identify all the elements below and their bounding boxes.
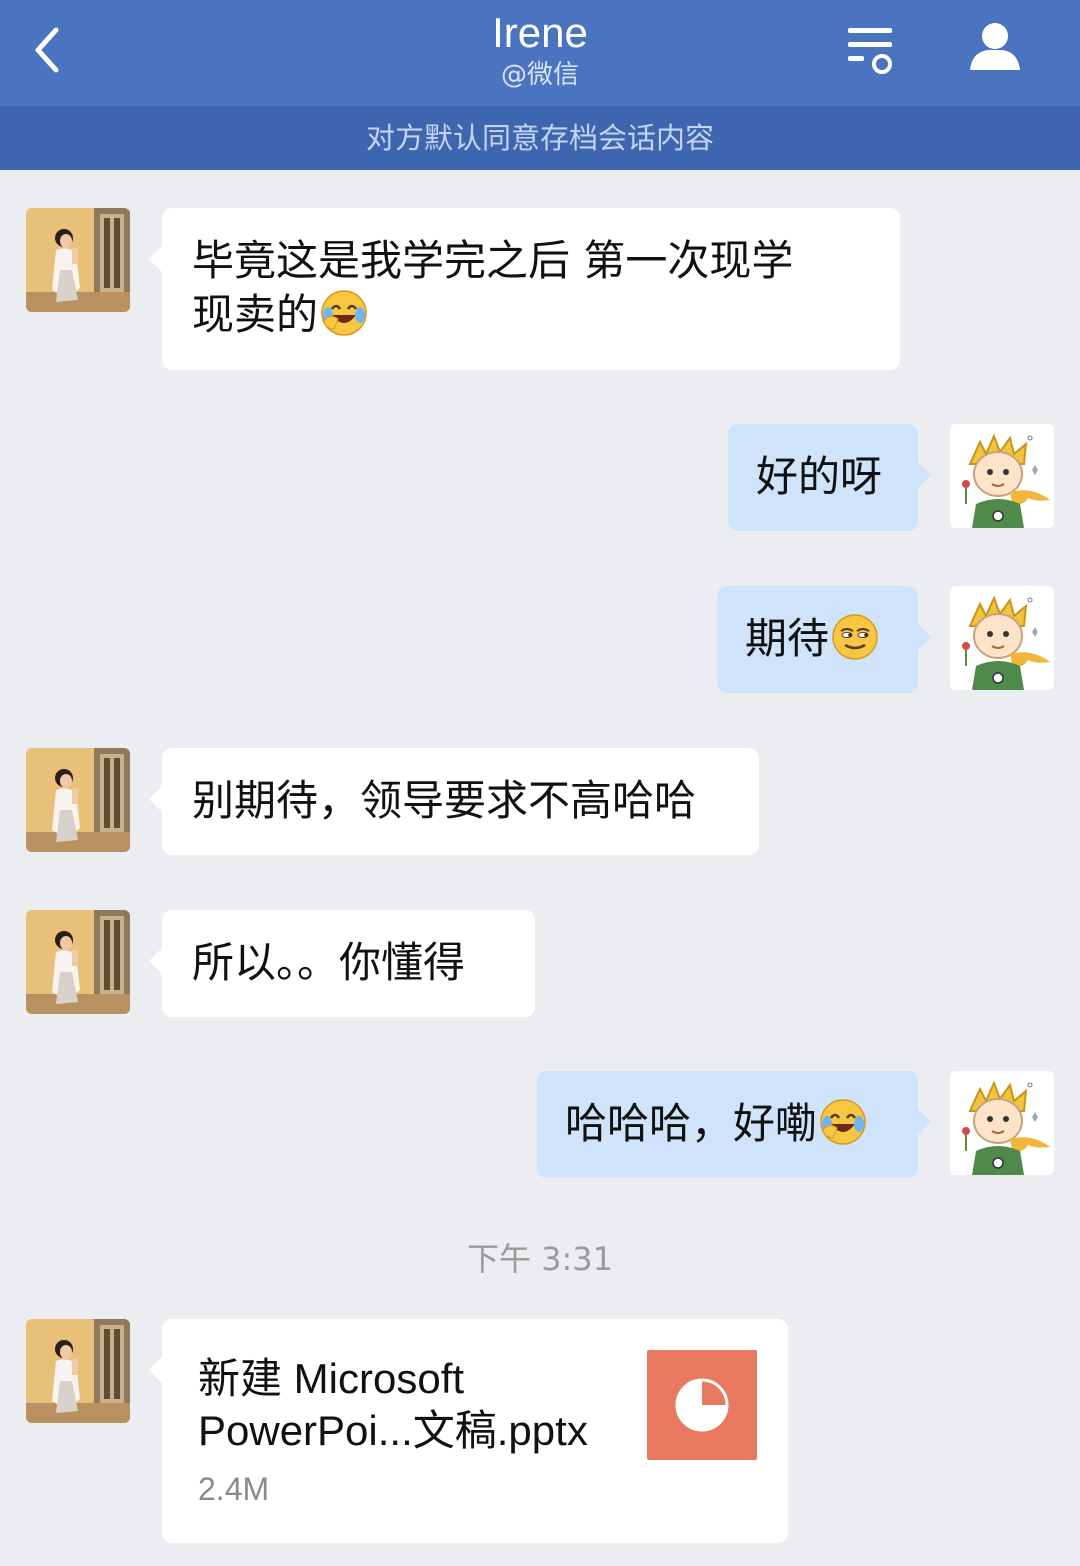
file-name-line: 新建 Microsoft <box>198 1355 465 1402</box>
my-avatar[interactable] <box>950 586 1054 690</box>
laughing-crying-emoji-icon <box>320 289 368 337</box>
incoming-message-bubble[interactable]: 所以。。你懂得 <box>149 910 535 1017</box>
pptx-file-icon <box>647 1350 757 1460</box>
message-text: 别期待，领导要求不高哈哈 <box>192 776 697 825</box>
chat-subtitle: @微信 <box>500 60 579 90</box>
contact-avatar[interactable] <box>26 748 130 852</box>
smirk-emoji-icon <box>831 613 879 661</box>
message-text: 现卖的 <box>192 288 870 342</box>
pie-chart-icon <box>675 1378 729 1432</box>
chat-header: Irene @微信 <box>0 0 1080 106</box>
chat-title: Irene <box>492 9 588 56</box>
message-text: 所以。。你懂得 <box>192 938 466 987</box>
message-text-line: 现卖的 <box>192 290 319 339</box>
file-name: 新建 Microsoft PowerPoi...文稿.pptx <box>198 1353 638 1457</box>
file-name-line: PowerPoi...文稿.pptx <box>198 1407 588 1454</box>
message-text: 期待 <box>745 614 830 663</box>
outgoing-message-bubble[interactable]: 期待 <box>717 586 931 693</box>
contact-avatar[interactable] <box>26 1319 130 1423</box>
chat-settings-button[interactable] <box>842 22 898 78</box>
incoming-message-bubble[interactable]: 毕竟这是我学完之后 第一次现学 现卖的 <box>149 208 900 370</box>
my-avatar[interactable] <box>950 424 1054 528</box>
laughing-crying-emoji-icon <box>819 1098 867 1146</box>
file-size: 2.4M <box>198 1471 270 1507</box>
outgoing-message-bubble[interactable]: 好的呀 <box>728 424 931 531</box>
message-text: 毕竟这是我学完之后 第一次现学 <box>192 236 794 285</box>
chat-settings-icon <box>848 28 892 74</box>
contact-avatar[interactable] <box>26 208 130 312</box>
my-avatar[interactable] <box>950 1071 1054 1175</box>
archive-notice: 对方默认同意存档会话内容 <box>0 106 1080 170</box>
message-timestamp: 下午 3:31 <box>466 1240 614 1278</box>
message-text: 哈哈哈，好嘞 <box>565 1099 818 1148</box>
incoming-message-bubble[interactable]: 别期待，领导要求不高哈哈 <box>149 748 759 855</box>
message-text: 好的呀 <box>756 452 883 501</box>
contact-avatar[interactable] <box>26 910 130 1014</box>
person-icon <box>970 23 1020 70</box>
file-message-bubble[interactable]: 新建 Microsoft PowerPoi...文稿.pptx 2.4M <box>149 1319 788 1543</box>
outgoing-message-bubble[interactable]: 哈哈哈，好嘞 <box>537 1071 931 1178</box>
profile-button[interactable] <box>962 18 1028 80</box>
